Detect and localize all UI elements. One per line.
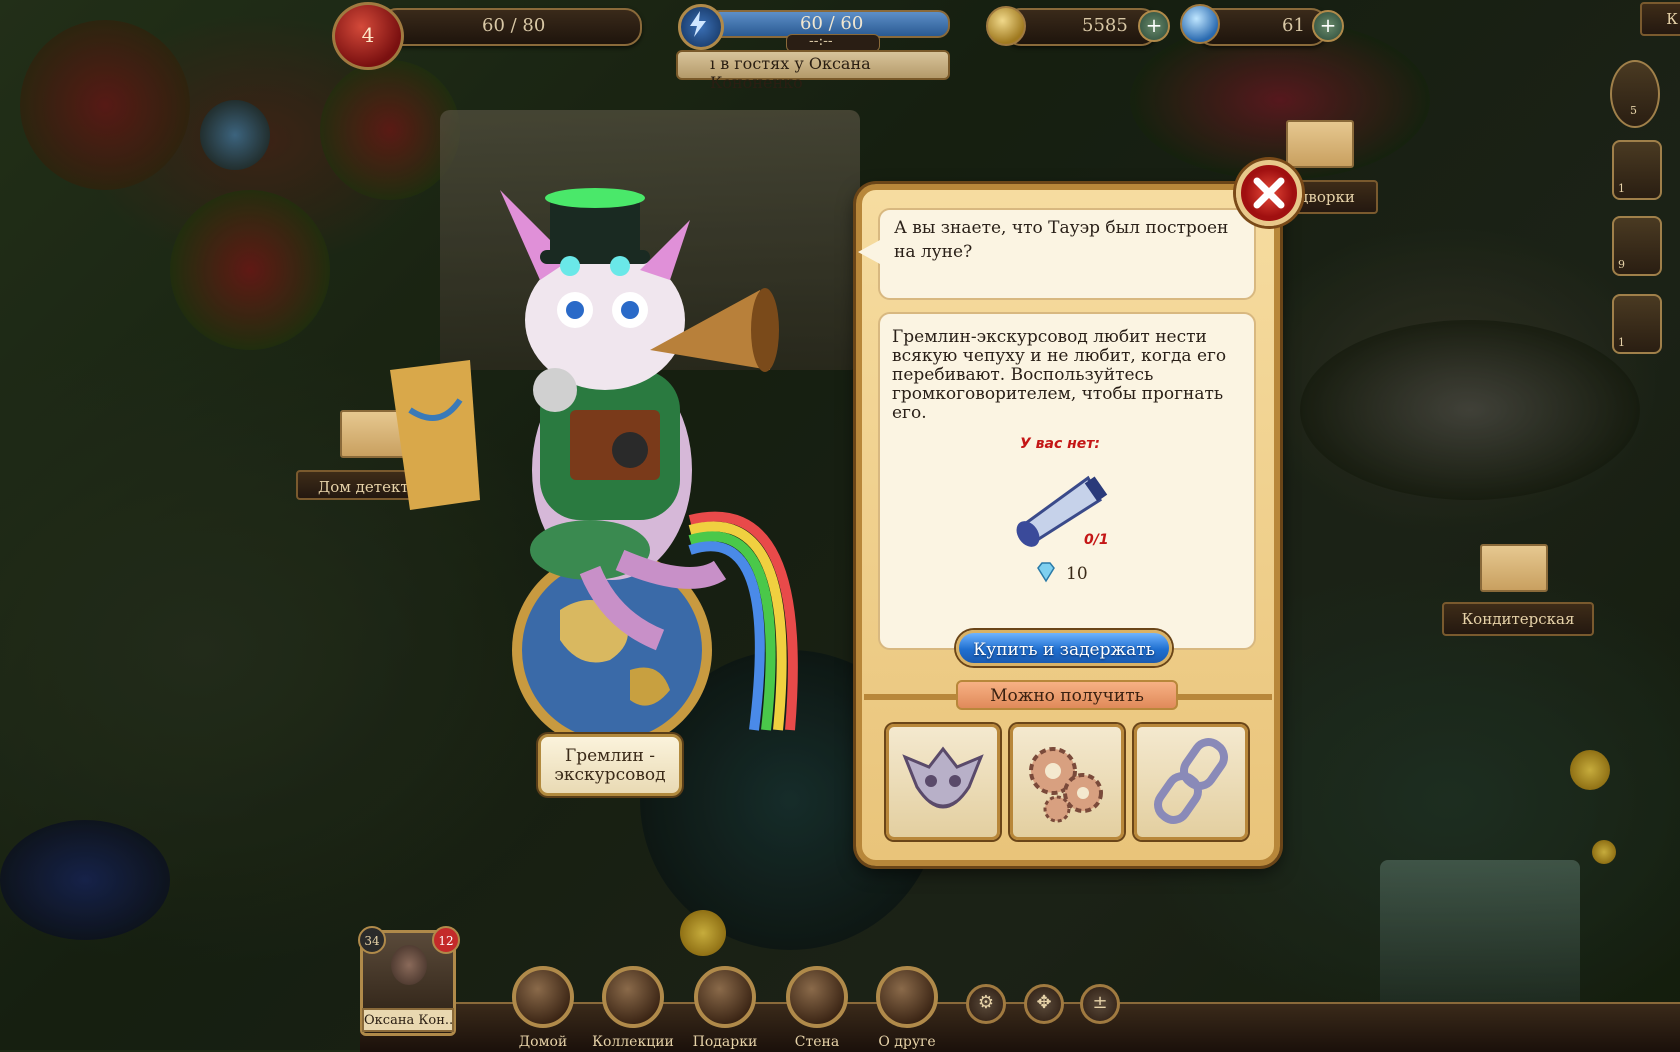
- heart-icon[interactable]: 4: [332, 2, 404, 70]
- speech-text: А вы знаете, что Тауэр был построен на л…: [894, 218, 1229, 262]
- coin-icon: [986, 6, 1026, 46]
- envelope-icon[interactable]: [1480, 544, 1548, 592]
- close-button[interactable]: [1236, 160, 1302, 226]
- building-sign-label: дворки: [1299, 188, 1355, 206]
- fullscreen-button[interactable]: ✥: [1024, 984, 1064, 1024]
- zoom-button[interactable]: ±: [1080, 984, 1120, 1024]
- avatar: [391, 945, 427, 985]
- energy-timer-text: --:--: [809, 33, 833, 49]
- player-name: Оксана Кон...: [362, 1008, 454, 1032]
- visit-text: ı в гостях у Оксана Кононенко: [710, 54, 871, 92]
- visit-banner: ı в гостях у Оксана Кононенко: [676, 50, 950, 92]
- move-icon: ✥: [1036, 992, 1052, 1013]
- rewards-label: Можно получить: [956, 680, 1178, 710]
- quest-icon-1[interactable]: 5: [1610, 60, 1660, 128]
- gem-icon: [1180, 4, 1220, 44]
- player-level-badge: 34: [358, 926, 386, 954]
- corner-sign[interactable]: К: [1640, 2, 1680, 36]
- lives-count: 4: [361, 23, 375, 47]
- quest-count: 1: [1618, 336, 1625, 349]
- reward-gears[interactable]: [1010, 724, 1124, 840]
- chain-icon: [1154, 738, 1228, 824]
- quest-count: 1: [1618, 182, 1625, 195]
- gears-icon: [1029, 747, 1103, 823]
- lives-bar-value: 60 / 80: [482, 15, 546, 36]
- nav-wall-button[interactable]: [786, 966, 848, 1028]
- building-sign-label: Кондитерская: [1461, 610, 1575, 628]
- gremlin-guide-character: [390, 170, 830, 750]
- quest-icon-4[interactable]: 1: [1612, 294, 1662, 354]
- goblin-mask-icon: [902, 746, 984, 809]
- item-price: 10: [1066, 564, 1088, 584]
- nav-about-friend-button[interactable]: [876, 966, 938, 1028]
- buy-and-hold-button[interactable]: Купить и задержать: [956, 630, 1172, 666]
- quest-count: 5: [1630, 104, 1637, 117]
- nav-home-button[interactable]: [512, 966, 574, 1028]
- coins-bar: 5585: [1004, 8, 1158, 46]
- character-name: Гремлин - экскурсовод: [554, 746, 666, 785]
- player-notification-badge: 12: [432, 926, 460, 954]
- reward-goblin-mask[interactable]: [886, 724, 1000, 840]
- coins-value: 5585: [1082, 15, 1128, 36]
- quest-count: 9: [1618, 258, 1625, 271]
- add-coins-button[interactable]: +: [1138, 10, 1170, 42]
- gear-icon: ⚙: [977, 992, 995, 1013]
- rewards-label-text: Можно получить: [990, 686, 1144, 706]
- gems-value: 61: [1282, 15, 1305, 36]
- envelope-icon[interactable]: [1286, 120, 1354, 168]
- settings-button[interactable]: ⚙: [966, 984, 1006, 1024]
- corner-sign-label: К: [1666, 10, 1678, 28]
- quest-icon-2[interactable]: 1: [1612, 140, 1662, 200]
- nav-about-friend-label: О друге: [878, 1034, 936, 1050]
- buy-button-label: Купить и задержать: [973, 640, 1155, 660]
- energy-icon[interactable]: [678, 4, 724, 50]
- add-gems-button[interactable]: +: [1312, 10, 1344, 42]
- nav-gifts-button[interactable]: [694, 966, 756, 1028]
- description-text: Гремлин-экскурсовод любит нести всякую ч…: [892, 327, 1227, 423]
- gem-icon: [1034, 560, 1058, 584]
- zoom-icon: ±: [1092, 992, 1108, 1013]
- energy-bar-value: 60 / 60: [800, 13, 864, 34]
- item-count: 0/1: [1084, 532, 1109, 548]
- nav-collections-button[interactable]: [602, 966, 664, 1028]
- reward-chain[interactable]: [1134, 724, 1248, 840]
- lives-bar: 60 / 80: [380, 8, 642, 46]
- map-dim-overlay: [0, 0, 1680, 1050]
- character-nameplate: Гремлин - экскурсовод: [538, 734, 682, 796]
- close-icon: [1253, 177, 1285, 209]
- quest-icon-3[interactable]: 9: [1612, 216, 1662, 276]
- missing-item-label: У вас нет:: [1019, 436, 1101, 452]
- game-map-background[interactable]: [0, 0, 1680, 1050]
- building-sign-confectionery[interactable]: Кондитерская: [1442, 602, 1594, 636]
